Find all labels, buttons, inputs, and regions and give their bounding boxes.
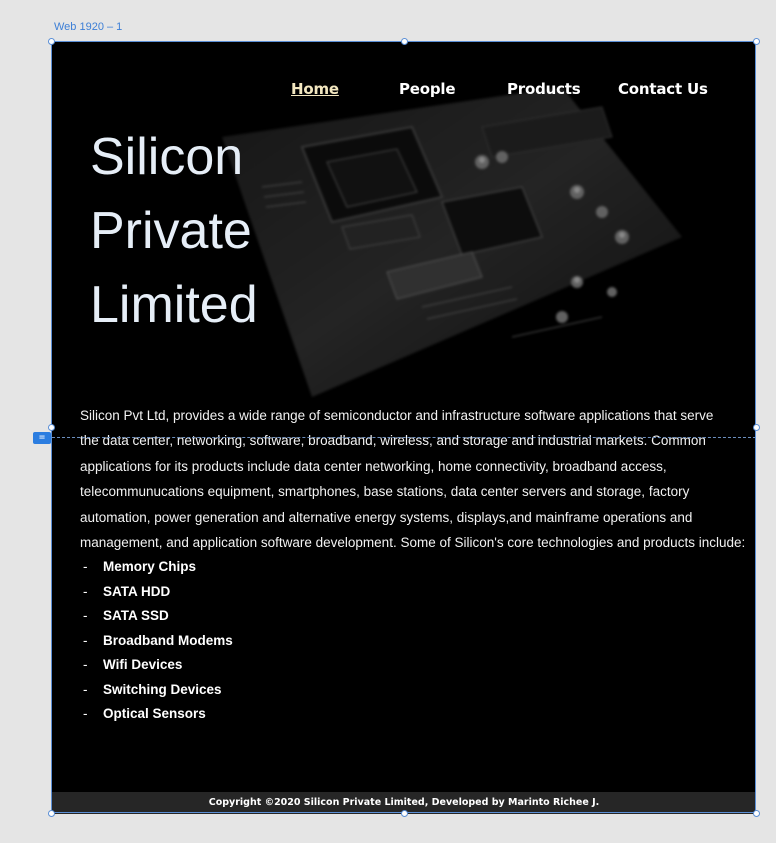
resize-handle-bottom-left[interactable] [48, 810, 55, 817]
guide-handle-icon[interactable]: = [33, 432, 51, 444]
layout-guide[interactable] [52, 437, 756, 438]
resize-handle-right[interactable] [753, 424, 760, 431]
list-item-label: SATA HDD [103, 583, 171, 599]
intro-line: automation, power generation and alterna… [80, 509, 693, 525]
intro-paragraph: Silicon Pvt Ltd, provides a wide range o… [80, 403, 756, 555]
intro-line: management, and application software dev… [80, 535, 746, 551]
resize-handle-top-left[interactable] [48, 38, 55, 45]
intro-line: Silicon Pvt Ltd, provides a wide range o… [80, 408, 714, 423]
product-list: - Memory Chips - SATA HDD - SATA SSD - Broad… [80, 555, 233, 727]
list-dash: - [83, 657, 88, 672]
list-item: - SATA HDD [80, 580, 233, 605]
resize-handle-left[interactable] [48, 424, 55, 431]
intro-line: applications for its products include da… [80, 458, 667, 474]
list-dash: - [83, 706, 88, 721]
artboard-label[interactable]: Web 1920 – 1 [54, 21, 122, 33]
resize-handle-bottom[interactable] [401, 810, 408, 817]
list-item-label: Switching Devices [103, 681, 222, 697]
resize-handle-top-right[interactable] [753, 38, 760, 45]
intro-line: the data center, networking, software, b… [80, 433, 706, 449]
hero-title-line: Limited [90, 276, 258, 334]
hero-title: Silicon Private Limited [90, 120, 258, 342]
list-item: - Memory Chips [80, 555, 233, 580]
hero-title-line: Silicon [90, 128, 244, 186]
nav-home-link[interactable]: Home [291, 80, 339, 98]
list-dash: - [83, 681, 88, 697]
nav-people-link[interactable]: People [399, 80, 456, 98]
list-dash: - [83, 559, 88, 574]
nav-products-link[interactable]: Products [507, 80, 581, 98]
list-item: - Optical Sensors [80, 702, 233, 727]
list-dash: - [83, 632, 88, 648]
list-item: - SATA SSD [80, 604, 233, 629]
list-item-label: Wifi Devices [103, 657, 183, 672]
artboard-web-1920[interactable]: Home People Products Contact Us Silicon … [52, 42, 756, 814]
list-dash: - [83, 608, 88, 623]
list-item-label: Broadband Modems [103, 632, 233, 648]
list-item: - Wifi Devices [80, 653, 233, 678]
list-item: - Switching Devices [80, 678, 233, 703]
list-item: - Broadband Modems [80, 629, 233, 654]
list-dash: - [83, 583, 88, 599]
list-item-label: Optical Sensors [103, 706, 206, 721]
list-item-label: SATA SSD [103, 608, 169, 623]
nav-contact-us-link[interactable]: Contact Us [618, 80, 708, 98]
list-item-label: Memory Chips [103, 559, 197, 574]
hero-title-line: Private [90, 202, 252, 260]
resize-handle-bottom-right[interactable] [753, 810, 760, 817]
resize-handle-top[interactable] [401, 38, 408, 45]
intro-line: telecommunucations equipment, smartphone… [80, 484, 690, 500]
main-nav: Home People Products Contact Us [52, 80, 756, 100]
